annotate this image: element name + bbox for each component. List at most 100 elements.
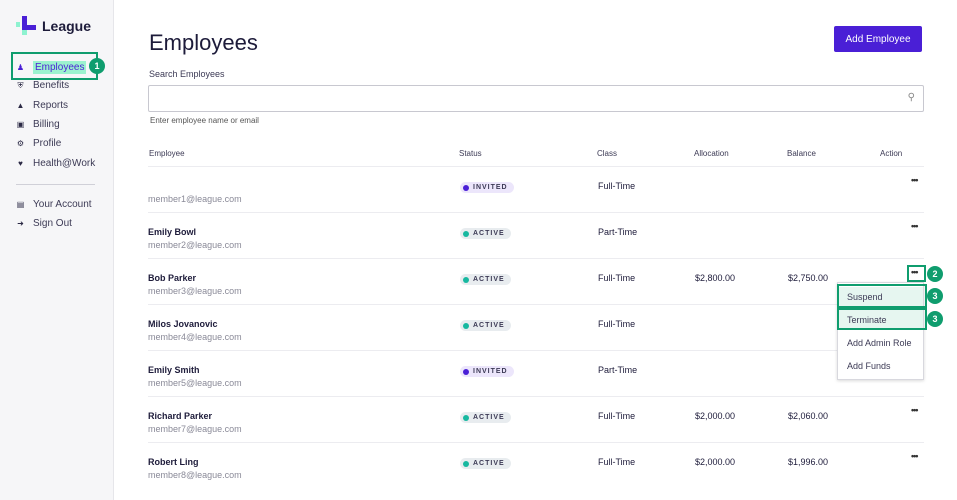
- employee-name: Robert Ling: [148, 457, 199, 467]
- sidebar-item-your-account[interactable]: ▤ Your Account: [16, 199, 92, 210]
- employee-email: member5@league.com: [148, 378, 242, 388]
- gear-icon: ⚙: [16, 139, 25, 149]
- employee-allocation: $2,000.00: [695, 411, 736, 421]
- employee-name: Bob Parker: [148, 273, 197, 283]
- employee-name: Emily Smith: [148, 365, 200, 375]
- callout-badge-3b: 3: [927, 311, 943, 327]
- status-text: ACTIVE: [473, 322, 505, 329]
- menu-item-add-funds[interactable]: Add Funds: [838, 356, 923, 376]
- table-row[interactable]: member1@league.com INVITED Full-Time •••: [148, 166, 924, 212]
- status-dot-icon: [463, 184, 469, 191]
- sidebar-item-label: Health@Work: [33, 157, 96, 169]
- status-badge: INVITED: [460, 366, 514, 377]
- column-header-class: Class: [597, 149, 618, 158]
- search-hint: Enter employee name or email: [150, 116, 259, 125]
- employee-email: member7@league.com: [148, 424, 242, 434]
- sidebar-item-benefits[interactable]: ⛨ Benefits: [16, 80, 70, 92]
- employee-name: Milos Jovanovic: [148, 319, 218, 329]
- sign-out-icon: ➜: [17, 219, 24, 229]
- status-text: ACTIVE: [473, 460, 505, 467]
- more-actions-icon[interactable]: •••: [911, 405, 919, 415]
- more-actions-icon[interactable]: •••: [911, 221, 919, 231]
- table-row[interactable]: Emily Bowl member2@league.com ACTIVE Par…: [148, 212, 924, 258]
- card-icon: ▣: [16, 119, 25, 129]
- more-actions-icon[interactable]: •••: [911, 451, 919, 461]
- status-badge: ACTIVE: [460, 458, 511, 469]
- status-dot-icon: [463, 460, 469, 467]
- search-icon: ⚲: [907, 92, 915, 103]
- sidebar-item-billing[interactable]: ▣ Billing: [16, 119, 60, 130]
- logo[interactable]: League: [16, 16, 91, 36]
- callout-badge-1: 1: [89, 58, 105, 74]
- callout-badge-3a: 3: [927, 288, 943, 304]
- employee-class: Full-Time: [598, 319, 636, 329]
- status-badge: ACTIVE: [460, 320, 511, 331]
- status-dot-icon: [463, 276, 469, 283]
- status-badge: ACTIVE: [460, 274, 511, 285]
- status-badge: ACTIVE: [460, 228, 511, 239]
- search-label: Search Employees: [149, 69, 225, 79]
- heart-icon: ♥: [18, 158, 23, 168]
- sidebar-item-label: Sign Out: [33, 218, 72, 230]
- sidebar-item-reports[interactable]: ▲ Reports: [16, 100, 68, 111]
- status-text: ACTIVE: [473, 414, 505, 421]
- employee-name: Emily Bowl: [148, 227, 197, 237]
- column-header-balance: Balance: [787, 149, 816, 158]
- status-dot-icon: [463, 322, 469, 329]
- employee-class: Full-Time: [598, 273, 636, 283]
- employee-class: Full-Time: [598, 181, 636, 191]
- callout-badge-2: 2: [927, 266, 943, 282]
- callout-box-3b: [837, 308, 927, 330]
- table-row[interactable]: Emily Smith member5@league.com INVITED P…: [148, 350, 924, 396]
- status-text: ACTIVE: [473, 230, 505, 237]
- status-badge: INVITED: [460, 182, 514, 193]
- callout-box-1: [11, 52, 98, 80]
- column-header-status: Status: [459, 149, 482, 158]
- sidebar-item-health-work[interactable]: ♥ Health@Work: [16, 158, 95, 169]
- menu-item-add-admin-role[interactable]: Add Admin Role: [838, 333, 923, 353]
- sidebar-item-profile[interactable]: ⚙ Profile: [16, 138, 61, 149]
- employee-class: Full-Time: [598, 457, 636, 467]
- employee-allocation: $2,800.00: [695, 273, 736, 283]
- employee-email: member3@league.com: [148, 286, 242, 296]
- sidebar-divider: [16, 184, 95, 185]
- table-row[interactable]: Richard Parker member7@league.com ACTIVE…: [148, 396, 924, 442]
- column-header-allocation: Allocation: [694, 149, 729, 158]
- table-row[interactable]: Milos Jovanovic member4@league.com ACTIV…: [148, 304, 924, 350]
- employee-class: Part-Time: [598, 227, 638, 237]
- sidebar-item-label: Your Account: [33, 199, 92, 210]
- status-dot-icon: [463, 230, 469, 237]
- employee-email: member4@league.com: [148, 332, 242, 342]
- search-input[interactable]: ⚲: [148, 85, 924, 112]
- table-row[interactable]: Robert Ling member8@league.com ACTIVE Fu…: [148, 442, 924, 488]
- status-text: INVITED: [473, 368, 508, 375]
- employee-balance: $2,750.00: [788, 273, 829, 283]
- employee-email: member8@league.com: [148, 470, 242, 480]
- employee-name: Richard Parker: [148, 411, 213, 421]
- employee-balance: $2,060.00: [788, 411, 829, 421]
- employee-class: Part-Time: [598, 365, 638, 375]
- sidebar-item-label: Billing: [33, 118, 60, 130]
- more-actions-icon[interactable]: •••: [911, 175, 919, 185]
- sidebar-item-label: Benefits: [33, 80, 70, 92]
- status-text: INVITED: [473, 184, 508, 191]
- employee-class: Full-Time: [598, 411, 636, 421]
- table-row[interactable]: Bob Parker member3@league.com ACTIVE Ful…: [148, 258, 924, 304]
- employee-email: member1@league.com: [148, 194, 242, 204]
- callout-box-3a: [837, 284, 927, 308]
- add-employee-button[interactable]: Add Employee: [834, 26, 922, 52]
- column-header-action: Action: [880, 149, 903, 158]
- employee-balance: $1,996.00: [788, 457, 829, 467]
- brand-name: League: [42, 18, 92, 34]
- status-badge: ACTIVE: [460, 412, 511, 423]
- status-dot-icon: [463, 414, 469, 421]
- employee-email: member2@league.com: [148, 240, 242, 250]
- callout-box-2: [907, 265, 926, 282]
- sidebar-item-sign-out[interactable]: ➜ Sign Out: [16, 218, 72, 229]
- id-card-icon: ▤: [16, 200, 25, 209]
- employee-allocation: $2,000.00: [695, 457, 736, 467]
- league-logo-icon: [16, 16, 36, 35]
- status-dot-icon: [463, 368, 469, 375]
- sidebar-item-label: Profile: [33, 138, 62, 150]
- shield-icon: ⛨: [17, 80, 24, 90]
